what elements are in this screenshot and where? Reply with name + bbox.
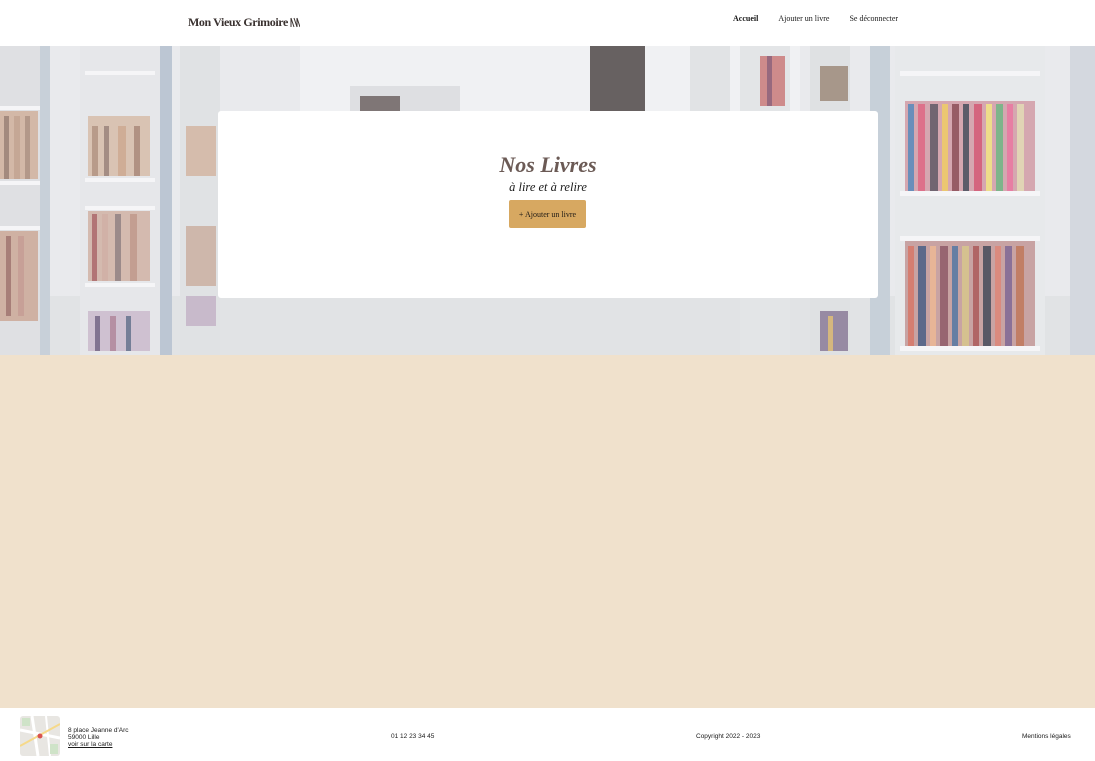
open-book-icon [290,17,300,28]
page-title: Nos Livres [499,152,597,177]
site-logo[interactable]: Mon Vieux Grimoire [188,15,300,30]
hero-card: Nos Livres à lire et à relire + Ajouter … [218,111,878,298]
site-header: Mon Vieux Grimoire Accueil Ajouter un li… [0,0,1095,46]
map-link[interactable]: voir sur la carte [68,741,112,748]
address-city: 59000 Lille [68,734,100,741]
address-block: 8 place Jeanne d'Arc 59000 Lille voir su… [68,727,129,748]
main-nav: Accueil Ajouter un livre Se déconnecter [733,14,898,23]
phone-number: 01 12 23 34 45 [391,733,435,740]
page-subtitle: à lire et à relire [509,180,587,194]
legal-notice-link[interactable]: Mentions légales [1022,733,1071,740]
address-street: 8 place Jeanne d'Arc [68,727,129,734]
copyright-text: Copyright 2022 - 2023 [696,733,761,740]
map-thumbnail-icon[interactable] [20,716,60,756]
logo-text[interactable]: Mon Vieux Grimoire [188,15,288,30]
nav-link-add-book[interactable]: Ajouter un livre [778,14,829,23]
nav-link-logout[interactable]: Se déconnecter [849,14,898,23]
hero-banner: Nos Livres à lire et à relire + Ajouter … [0,46,1095,355]
add-book-button[interactable]: + Ajouter un livre [509,200,586,228]
books-list-area [0,355,1095,708]
nav-link-accueil[interactable]: Accueil [733,14,758,23]
site-footer: 8 place Jeanne d'Arc 59000 Lille voir su… [0,708,1095,761]
